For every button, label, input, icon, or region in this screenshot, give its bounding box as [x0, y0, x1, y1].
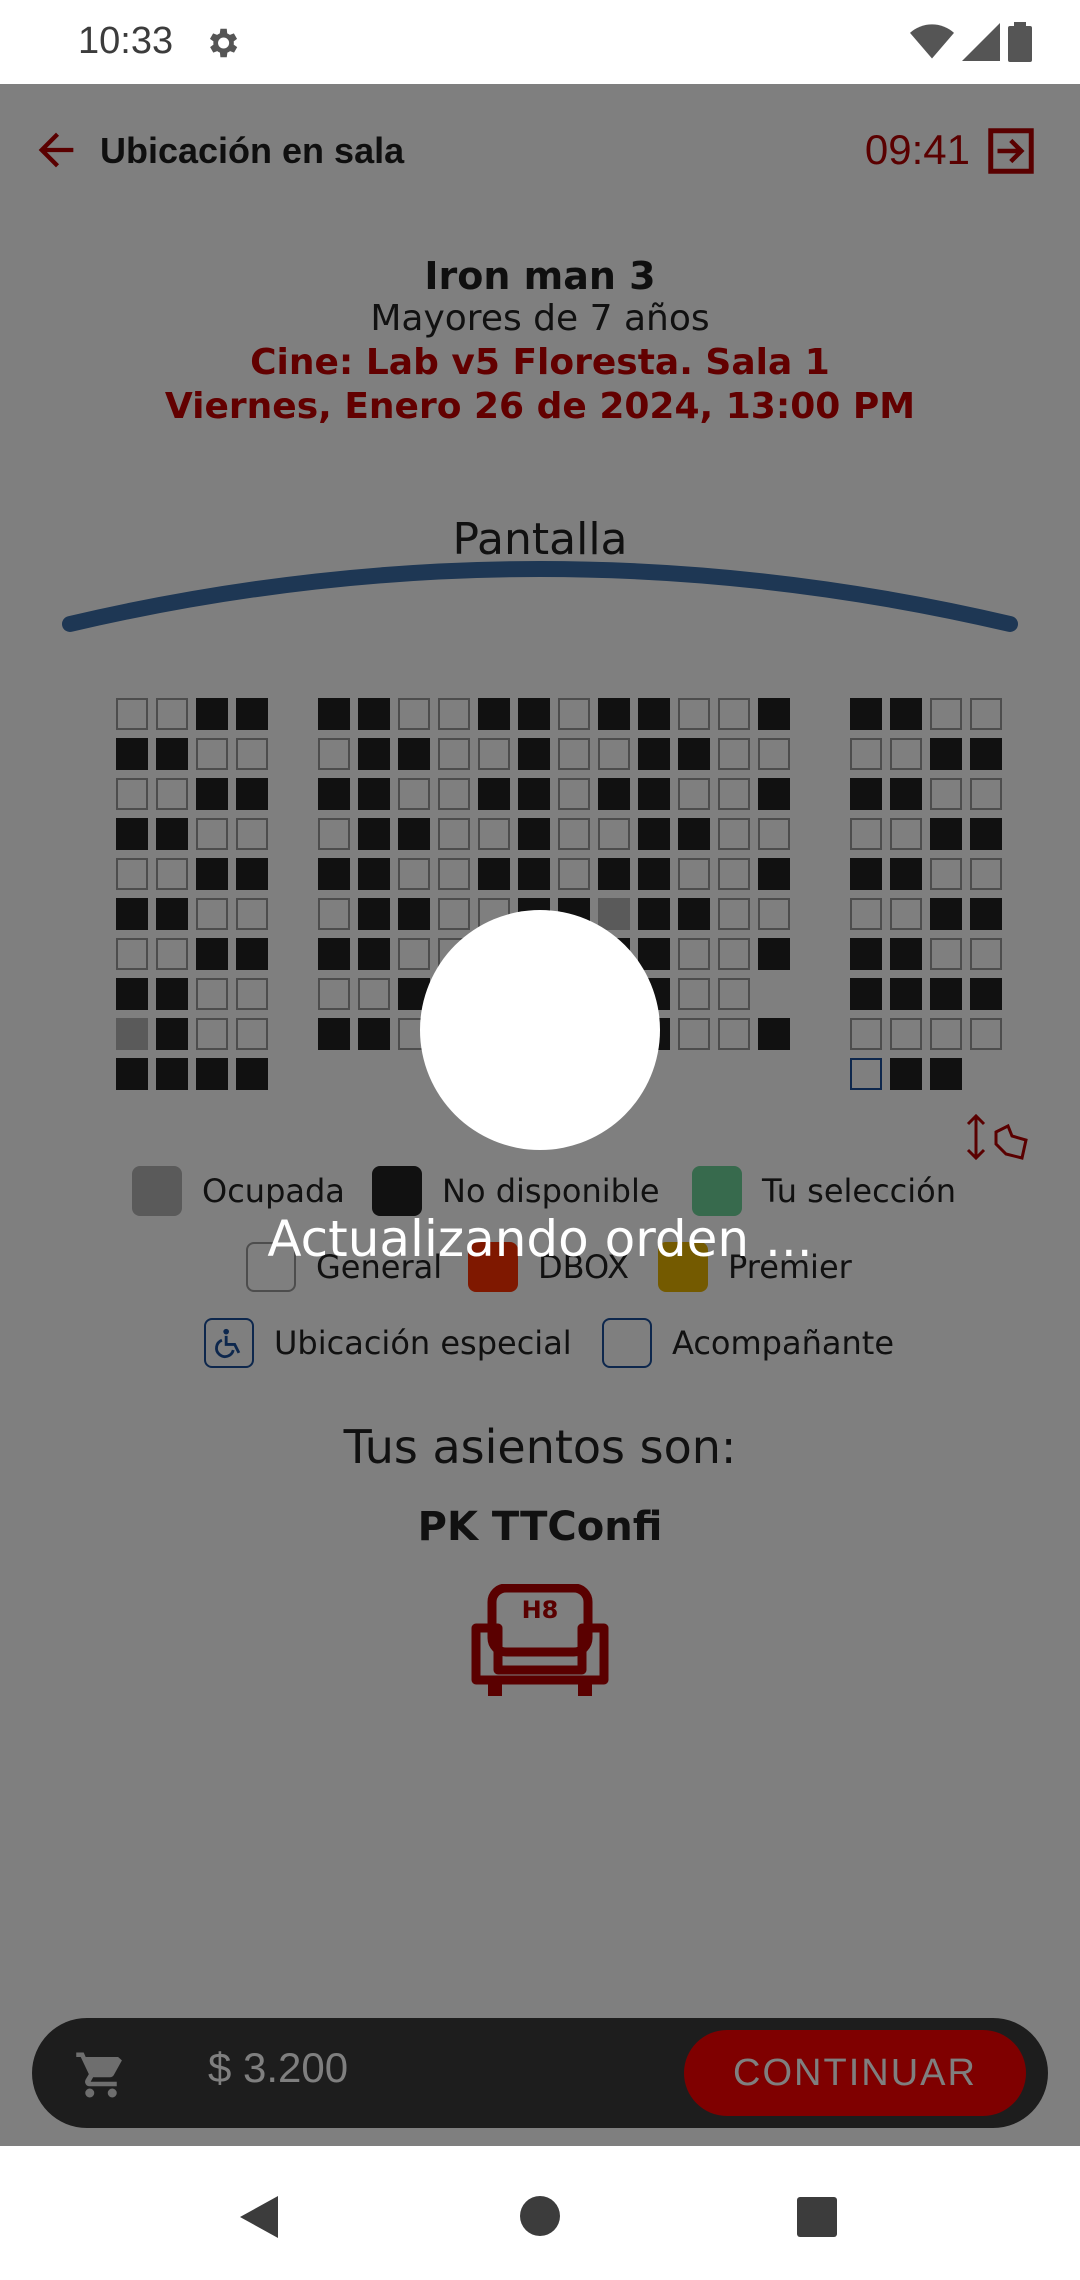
gear-icon — [203, 24, 241, 66]
nav-back-icon[interactable] — [238, 2194, 280, 2240]
cell-signal-icon — [962, 23, 1000, 61]
nav-home-icon[interactable] — [518, 2194, 562, 2238]
loading-spinner — [420, 910, 660, 1150]
loading-message: Actualizando orden ... — [267, 1210, 813, 1268]
nav-recents-icon[interactable] — [796, 2196, 838, 2238]
system-nav-bar — [0, 2146, 1080, 2280]
wifi-icon — [910, 24, 954, 59]
status-bar: 10:33 — [0, 0, 1080, 84]
signal-icons — [910, 22, 1032, 62]
status-time: 10:33 — [78, 20, 174, 62]
battery-icon — [1008, 22, 1032, 62]
